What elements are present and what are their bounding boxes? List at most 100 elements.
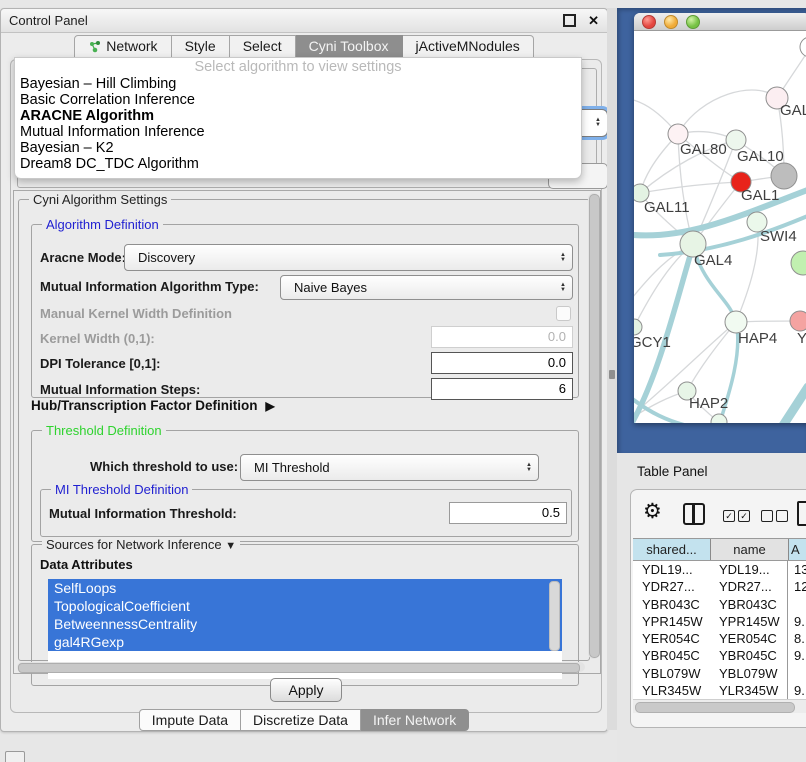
network-node[interactable] xyxy=(800,37,806,57)
settings-vertical-scrollbar[interactable] xyxy=(588,193,599,659)
attribute-item[interactable]: BetweennessCentrality xyxy=(48,615,562,633)
attribute-item[interactable]: gal4RGexp xyxy=(48,633,562,651)
table-cell[interactable]: 13 xyxy=(788,561,806,578)
algorithm-option[interactable]: Bayesian – K2 xyxy=(15,140,581,156)
arrow-down-icon[interactable]: ▼ xyxy=(225,540,236,552)
network-window-titlebar xyxy=(634,13,806,31)
tab-jactivemnodules[interactable]: jActiveMNodules xyxy=(403,35,534,58)
document-icon[interactable] xyxy=(797,501,806,526)
algorithm-option[interactable]: Bayesian – Hill Climbing xyxy=(15,76,581,92)
scrollbar-thumb[interactable] xyxy=(18,663,580,673)
sources-legend-text: Sources for Network Inference xyxy=(46,537,222,552)
columns-icon[interactable] xyxy=(683,503,705,525)
mi-steps-input[interactable]: 6 xyxy=(431,378,573,400)
table-cell[interactable]: YBL079W xyxy=(710,665,788,682)
network-node[interactable] xyxy=(791,251,806,275)
table-cell[interactable]: YDL19... xyxy=(710,561,788,578)
table-cell[interactable] xyxy=(788,596,806,613)
dpi-tolerance-input[interactable]: 0.0 xyxy=(431,352,573,374)
table-cell[interactable]: 9. xyxy=(788,647,806,664)
close-icon[interactable]: ✕ xyxy=(588,13,599,29)
tab-infer-network[interactable]: Infer Network xyxy=(361,709,469,731)
table-cell[interactable] xyxy=(788,665,806,682)
table-row[interactable]: YDL19...YDL19...13 xyxy=(633,561,806,578)
mi-threshold-input[interactable]: 0.5 xyxy=(449,502,567,524)
network-node[interactable] xyxy=(771,163,797,189)
network-node[interactable] xyxy=(634,319,642,335)
network-node[interactable] xyxy=(711,414,727,423)
network-node-label: GAL11 xyxy=(644,199,690,216)
network-node[interactable] xyxy=(790,311,806,331)
mi-type-combobox[interactable]: Naive Bayes ▲▼ xyxy=(280,275,573,300)
column-header[interactable]: shared... xyxy=(633,539,711,560)
table-cell[interactable]: 9. xyxy=(788,682,806,699)
table-row[interactable]: YLR345WYLR345W9. xyxy=(633,682,806,699)
table-cell[interactable]: YBR045C xyxy=(633,647,710,664)
algorithm-option[interactable]: Basic Correlation Inference xyxy=(15,92,581,108)
scrollbar-thumb[interactable] xyxy=(635,702,795,713)
attribute-item[interactable]: SelfLoops xyxy=(48,579,562,597)
algorithm-option[interactable]: Dream8 DC_TDC Algorithm xyxy=(15,156,581,172)
gear-icon[interactable]: ⚙ xyxy=(643,499,662,524)
tab-discretize-data[interactable]: Discretize Data xyxy=(241,709,361,731)
table-cell[interactable]: 8. xyxy=(788,630,806,647)
aracne-mode-combobox[interactable]: Discovery ▲▼ xyxy=(124,244,573,271)
table-cell[interactable]: YDL19... xyxy=(633,561,710,578)
manual-kernel-checkbox[interactable] xyxy=(556,306,571,321)
table-cell[interactable]: YER054C xyxy=(633,630,710,647)
hub-definition-expander[interactable]: Hub/Transcription Factor Definition▶ xyxy=(31,398,275,413)
traffic-light-close-icon[interactable] xyxy=(642,15,656,29)
divider-handle-icon[interactable] xyxy=(609,370,615,379)
column-header[interactable]: A xyxy=(789,539,806,560)
table-cell[interactable]: YDR27... xyxy=(710,578,788,595)
table-row[interactable]: YBR043CYBR043C xyxy=(633,596,806,613)
table-cell[interactable]: YDR27... xyxy=(633,578,710,595)
table-cell[interactable]: YBL079W xyxy=(633,665,710,682)
tab-impute-data[interactable]: Impute Data xyxy=(139,709,241,731)
panel-divider[interactable] xyxy=(607,8,617,730)
column-header[interactable]: name xyxy=(711,539,789,560)
scrollbar-thumb[interactable] xyxy=(589,194,600,658)
network-node[interactable] xyxy=(726,130,746,150)
kernel-width-input[interactable]: 0.0 xyxy=(431,326,573,348)
table-row[interactable]: YER054CYER054C8. xyxy=(633,630,806,647)
settings-horizontal-scrollbar[interactable] xyxy=(17,662,585,672)
cyni-settings-legend: Cyni Algorithm Settings xyxy=(29,192,171,207)
combo-stepper-icon: ▲▼ xyxy=(526,463,532,473)
tab-network[interactable]: Network xyxy=(74,35,171,58)
algorithm-option[interactable]: ARACNE Algorithm xyxy=(15,108,581,124)
table-cell[interactable]: YBR043C xyxy=(633,596,710,613)
table-row[interactable]: YPR145WYPR145W9. xyxy=(633,613,806,630)
table-cell[interactable]: YER054C xyxy=(710,630,788,647)
select-all-columns-icon[interactable]: ✓✓ xyxy=(723,507,753,525)
tab-select[interactable]: Select xyxy=(230,35,296,58)
table-row[interactable]: YDR27...YDR27...12 xyxy=(633,578,806,595)
table-cell[interactable]: YLR345W xyxy=(633,682,710,699)
table-cell[interactable]: YPR145W xyxy=(710,613,788,630)
table-cell[interactable]: YLR345W xyxy=(710,682,788,699)
table-horizontal-scrollbar[interactable] xyxy=(633,699,806,713)
float-window-icon[interactable] xyxy=(563,14,576,27)
traffic-light-minimize-icon[interactable] xyxy=(664,15,678,29)
network-node-label: HAP4 xyxy=(738,330,777,347)
table-row[interactable]: YBR045CYBR045C9. xyxy=(633,647,806,664)
network-node-label: HAP2 xyxy=(689,395,728,412)
panel-corner-button[interactable] xyxy=(5,751,25,762)
tab-cyni-toolbox[interactable]: Cyni Toolbox xyxy=(296,35,403,58)
attributes-scrollbar[interactable] xyxy=(549,581,560,651)
table-cell[interactable]: YPR145W xyxy=(633,613,710,630)
network-canvas[interactable]: GALGAL80GAL10GAL1GAL11SWI4GAL4GCY1HAP4YH… xyxy=(634,31,806,423)
table-cell[interactable]: 12 xyxy=(788,578,806,595)
table-row[interactable]: YBL079WYBL079W xyxy=(633,665,806,682)
which-threshold-combobox[interactable]: MI Threshold ▲▼ xyxy=(240,454,539,481)
table-cell[interactable]: YBR045C xyxy=(710,647,788,664)
table-cell[interactable]: YBR043C xyxy=(710,596,788,613)
network-node-label: GAL xyxy=(780,102,806,119)
traffic-light-zoom-icon[interactable] xyxy=(686,15,700,29)
deselect-all-columns-icon[interactable] xyxy=(761,507,791,525)
table-cell[interactable]: 9. xyxy=(788,613,806,630)
algorithm-option[interactable]: Mutual Information Inference xyxy=(15,124,581,140)
apply-button[interactable]: Apply xyxy=(270,678,342,702)
attribute-item[interactable]: TopologicalCoefficient xyxy=(48,597,562,615)
tab-style[interactable]: Style xyxy=(172,35,230,58)
